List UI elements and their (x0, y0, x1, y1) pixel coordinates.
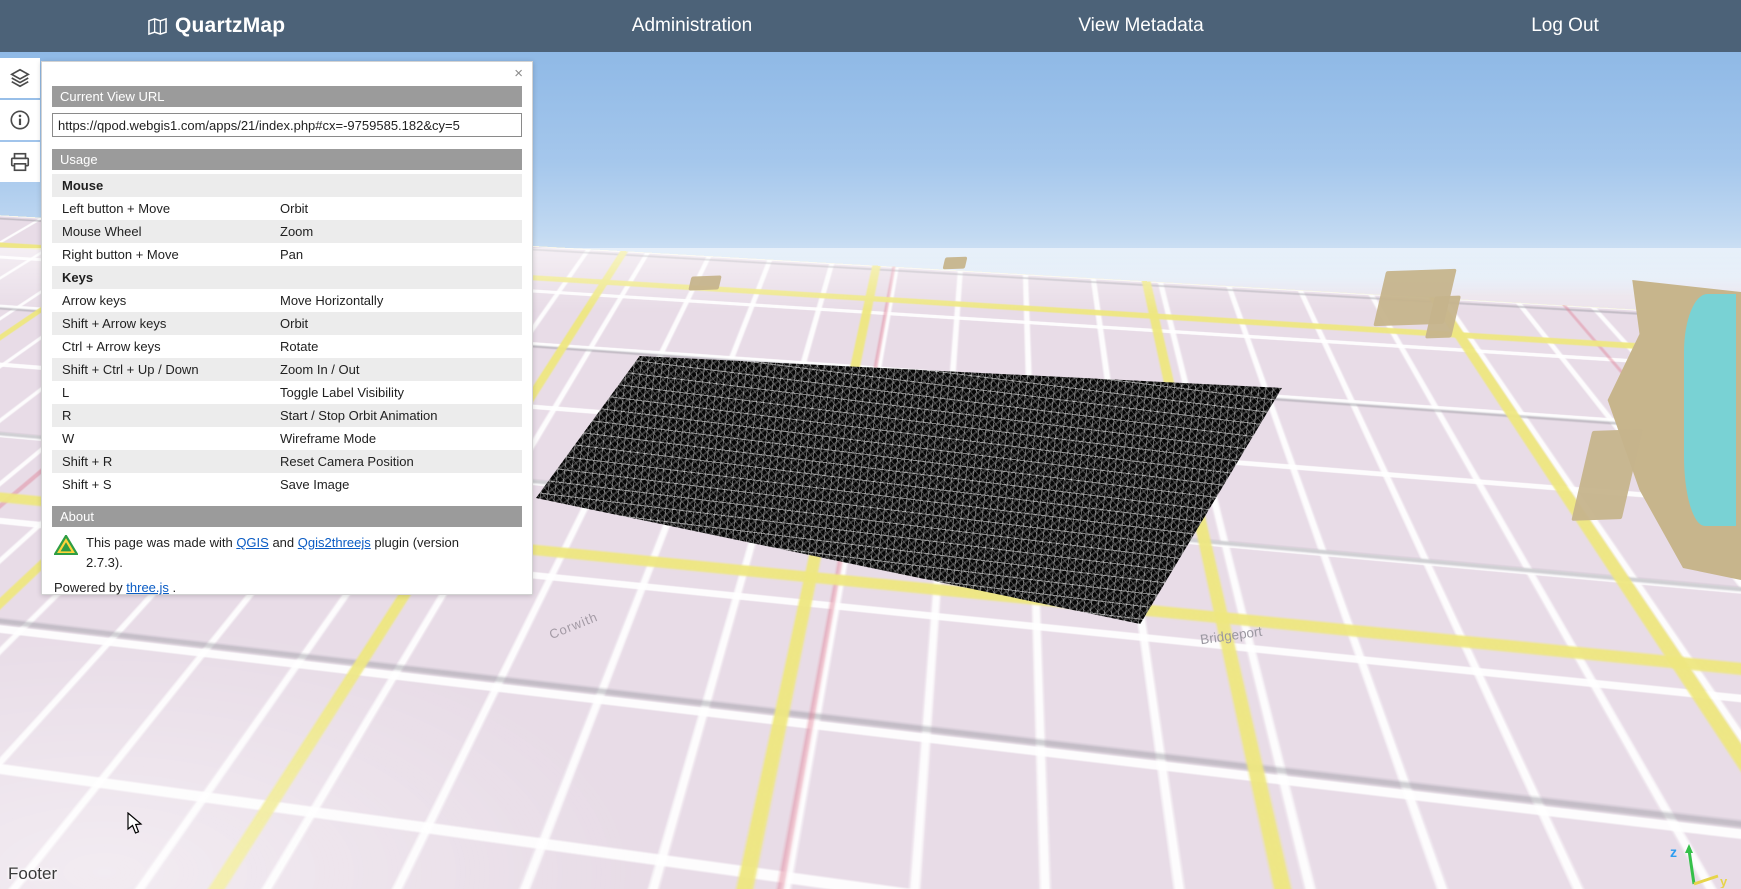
usage-row: Shift + SSave Image (52, 473, 522, 496)
building-footprint (1135, 617, 1182, 638)
about-text: This page was made with QGIS and Qgis2th… (86, 533, 466, 572)
about-row: This page was made with QGIS and Qgis2th… (52, 533, 522, 572)
usage-row: Right button + MovePan (52, 243, 522, 266)
axis-gizmo: z y (1664, 842, 1730, 888)
usage-row: Shift + Ctrl + Up / DownZoom In / Out (52, 358, 522, 381)
usage-table: Mouse Left button + MoveOrbit Mouse Whee… (52, 174, 522, 496)
layers-button[interactable] (0, 58, 40, 98)
building-roof (931, 611, 949, 622)
footer-text: Footer (8, 864, 57, 884)
building-footprint (1447, 741, 1490, 764)
layers-icon (9, 67, 31, 89)
usage-row: LToggle Label Visibility (52, 381, 522, 404)
close-icon[interactable]: × (514, 66, 523, 81)
help-panel: × Current View URL Usage Mouse Left butt… (41, 61, 533, 595)
usage-row: Ctrl + Arrow keysRotate (52, 335, 522, 358)
info-button[interactable] (0, 100, 40, 140)
usage-row: Shift + RReset Camera Position (52, 450, 522, 473)
powered-by-line: Powered by three.js . (52, 580, 522, 595)
map-toolbar (0, 58, 40, 184)
about-text-fragment: This page was made with (86, 535, 233, 550)
usage-subheader-keys: Keys (52, 266, 522, 289)
building-footprint (1218, 621, 1290, 653)
brand-title: QuartzMap (175, 14, 285, 38)
about-text-fragment: and (272, 535, 294, 550)
usage-row: Arrow keysMove Horizontally (52, 289, 522, 312)
gizmo-y-label: y (1720, 874, 1728, 888)
help-panel-body: Current View URL Usage Mouse Left button… (42, 62, 532, 605)
usage-row: WWireframe Mode (52, 427, 522, 450)
usage-subheader-mouse: Mouse (52, 174, 522, 197)
current-view-url-input[interactable] (52, 113, 522, 137)
map-icon (148, 17, 167, 36)
top-nav-bar: QuartzMap Administration View Metadata L… (0, 0, 1741, 52)
usage-header: Usage (52, 149, 522, 170)
building-footprint (943, 257, 968, 270)
threejs-link[interactable]: three.js (126, 580, 169, 595)
qgis-link[interactable]: QGIS (236, 535, 269, 550)
qgis2threejs-logo-icon (54, 535, 78, 572)
print-button[interactable] (0, 142, 40, 182)
usage-row: Mouse WheelZoom (52, 220, 522, 243)
lake-water (1684, 294, 1736, 526)
brand-link[interactable]: QuartzMap (148, 0, 285, 52)
nav-item-administration[interactable]: Administration (632, 0, 752, 52)
qgis2threejs-link[interactable]: Qgis2threejs (298, 535, 371, 550)
info-icon (9, 109, 31, 131)
printer-icon (9, 151, 31, 173)
usage-row: RStart / Stop Orbit Animation (52, 404, 522, 427)
building-footprint (688, 275, 722, 290)
nav-item-view-metadata[interactable]: View Metadata (1078, 0, 1203, 52)
about-header: About (52, 506, 522, 527)
gizmo-z-label: z (1670, 844, 1677, 860)
usage-row: Shift + Arrow keysOrbit (52, 312, 522, 335)
nav-item-log-out[interactable]: Log Out (1531, 0, 1599, 52)
powered-text: . (173, 580, 177, 595)
powered-text: Powered by (54, 580, 123, 595)
current-view-url-header: Current View URL (52, 86, 522, 107)
rail-yard (1240, 531, 1411, 583)
usage-row: Left button + MoveOrbit (52, 197, 522, 220)
